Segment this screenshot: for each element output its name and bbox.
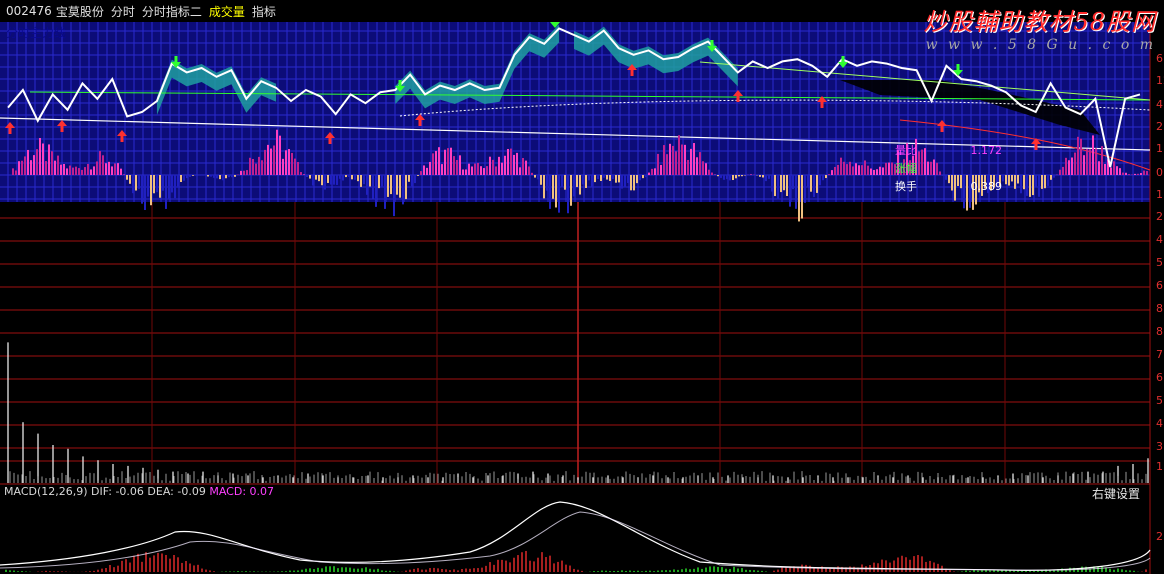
axis-tick-label: 8: [1156, 325, 1163, 338]
axis-tick-label: 5: [1156, 256, 1163, 269]
stock-name: 宝莫股份: [55, 4, 104, 19]
info-label-volume-ratio: 量比: [895, 144, 917, 157]
right-axis-labels: 612421012456887654312: [1156, 52, 1164, 543]
info-value-turnover: 0.389: [970, 180, 1003, 193]
axis-tick-label: 6: [1156, 279, 1163, 292]
chart-header: 002476 宝莫股份 分时 分时指标二 成交量 指标: [0, 0, 1164, 22]
axis-tick-label: 8: [1156, 302, 1163, 315]
info-label-change: 涨幅: [895, 162, 917, 175]
axis-tick-label: 6: [1156, 52, 1163, 65]
axis-tick-label: 1: [1156, 142, 1163, 155]
macd-title: MACD(12,26,9): [4, 485, 88, 498]
axis-tick-label: 4: [1156, 233, 1163, 246]
axis-tick-label: 3: [1156, 440, 1163, 453]
axis-tick-label: 6: [1156, 371, 1163, 384]
axis-tick-label: 0: [1156, 166, 1163, 179]
dif-label: DIF:: [91, 485, 112, 498]
macd-value: 0.07: [249, 485, 275, 498]
tab-indicator[interactable]: 指标: [252, 3, 276, 20]
dea-label: DEA:: [147, 485, 174, 498]
info-turnover: 换手 0.389: [895, 178, 1002, 194]
tab-volume[interactable]: 成交量: [209, 3, 245, 20]
axis-tick-label: 4: [1156, 417, 1163, 430]
axis-tick-label: 7: [1156, 348, 1163, 361]
dea-line: [0, 511, 1151, 571]
axis-tick-label: 1: [1156, 188, 1163, 201]
macd-panel: [0, 501, 1151, 572]
info-value-volume-ratio: 1.172: [970, 144, 1003, 157]
info-volume-ratio: 量比 1.172: [895, 142, 1002, 158]
macd-legend: MACD(12,26,9) DIF: -0.06 DEA: -0.09 MACD…: [4, 485, 274, 498]
tab-intraday-indicator-two[interactable]: 分时指标二: [142, 3, 202, 20]
indicator-title: 分时主力线: [6, 26, 67, 40]
axis-tick-label: 2: [1156, 120, 1163, 133]
dif-value: -0.06: [115, 485, 144, 498]
axis-tick-label: 2: [1156, 210, 1163, 223]
stock-code: 002476: [6, 4, 52, 18]
tab-intraday[interactable]: 分时: [111, 3, 135, 20]
axis-tick-label: 12: [1156, 74, 1164, 87]
axis-tick-label: 2: [1156, 530, 1163, 543]
dif-line: [0, 501, 1151, 571]
right-click-settings-button[interactable]: 右键设置: [1092, 485, 1140, 502]
axis-tick-label: 5: [1156, 394, 1163, 407]
dea-value: -0.09: [177, 485, 206, 498]
info-label-turnover: 换手: [895, 180, 917, 193]
axis-tick-label: 4: [1156, 98, 1163, 111]
macd-label: MACD:: [209, 485, 247, 498]
info-change: 涨幅: [895, 160, 967, 176]
axis-tick-label: 1: [1156, 460, 1163, 473]
